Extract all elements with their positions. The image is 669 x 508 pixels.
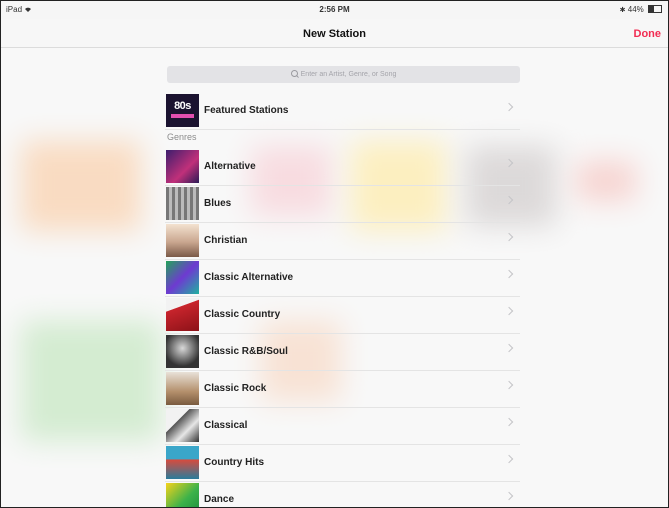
page-title: New Station — [303, 28, 366, 40]
featured-thumb-stripe — [171, 114, 194, 118]
genre-row-classic-rock[interactable]: Classic Rock — [165, 370, 520, 408]
chevron-right-icon — [504, 102, 514, 112]
genre-row-blues[interactable]: Blues — [165, 185, 520, 223]
battery-icon — [648, 5, 662, 13]
status-bar: iPad 2:56 PM ✱ 44% — [1, 1, 668, 19]
chevron-right-icon — [504, 158, 514, 168]
chevron-right-icon — [504, 491, 514, 501]
bluetooth-icon: ✱ — [619, 7, 626, 14]
featured-stations-thumbnail: 80s — [166, 94, 199, 127]
genre-label: Classic R&B/Soul — [204, 346, 288, 357]
genre-row-alternative[interactable]: Alternative — [165, 148, 520, 186]
featured-thumb-text: 80s — [174, 100, 191, 112]
genre-label: Classic Alternative — [204, 272, 294, 283]
genre-row-christian[interactable]: Christian — [165, 222, 520, 260]
navigation-bar: New Station Done — [1, 19, 668, 48]
alternative-thumbnail — [166, 150, 199, 183]
genre-label: Country Hits — [204, 457, 264, 468]
genre-row-classical[interactable]: Classical — [165, 407, 520, 445]
search-placeholder: Enter an Artist, Genre, or Song — [300, 71, 397, 78]
chevron-right-icon — [504, 380, 514, 390]
classic-rock-thumbnail — [166, 372, 199, 405]
classic-country-thumbnail — [166, 298, 199, 331]
new-station-panel: Enter an Artist, Genre, or Song 80s Feat… — [165, 61, 520, 507]
genre-label: Christian — [204, 235, 248, 246]
battery-percent: 44% — [627, 5, 644, 14]
battery-status: ✱ 44% — [620, 5, 662, 14]
chevron-right-icon — [504, 269, 514, 279]
genre-row-classic-alternative[interactable]: Classic Alternative — [165, 259, 520, 297]
genre-row-dance[interactable]: Dance — [165, 481, 520, 507]
genre-label: Alternative — [204, 161, 256, 172]
genres-section-header: Genres — [167, 132, 197, 142]
classic-rnb-soul-thumbnail — [166, 335, 199, 368]
chevron-right-icon — [504, 232, 514, 242]
christian-thumbnail — [166, 224, 199, 257]
search-icon — [290, 70, 298, 77]
chevron-right-icon — [504, 306, 514, 316]
blues-thumbnail — [166, 187, 199, 220]
genre-label: Classic Country — [204, 309, 281, 320]
genre-label: Blues — [204, 198, 232, 209]
search-input[interactable]: Enter an Artist, Genre, or Song — [167, 66, 520, 83]
classical-thumbnail — [166, 409, 199, 442]
genre-row-classic-rnb-soul[interactable]: Classic R&B/Soul — [165, 333, 520, 371]
classic-alternative-thumbnail — [166, 261, 199, 294]
chevron-right-icon — [504, 454, 514, 464]
featured-stations-row[interactable]: 80s Featured Stations — [165, 92, 520, 130]
status-time: 2:56 PM — [319, 5, 350, 14]
genre-row-country-hits[interactable]: Country Hits — [165, 444, 520, 482]
country-hits-thumbnail — [166, 446, 199, 479]
chevron-right-icon — [504, 195, 514, 205]
featured-stations-label: Featured Stations — [204, 105, 289, 116]
chevron-right-icon — [504, 417, 514, 427]
done-button[interactable]: Done — [634, 28, 662, 40]
chevron-right-icon — [504, 343, 514, 353]
genre-label: Classic Rock — [204, 383, 267, 394]
genre-label: Classical — [204, 420, 248, 431]
genre-row-classic-country[interactable]: Classic Country — [165, 296, 520, 334]
dance-thumbnail — [166, 483, 199, 507]
ipad-screen: iPad 2:56 PM ✱ 44% New Station Done Ente… — [0, 0, 669, 508]
genre-label: Dance — [204, 494, 235, 505]
